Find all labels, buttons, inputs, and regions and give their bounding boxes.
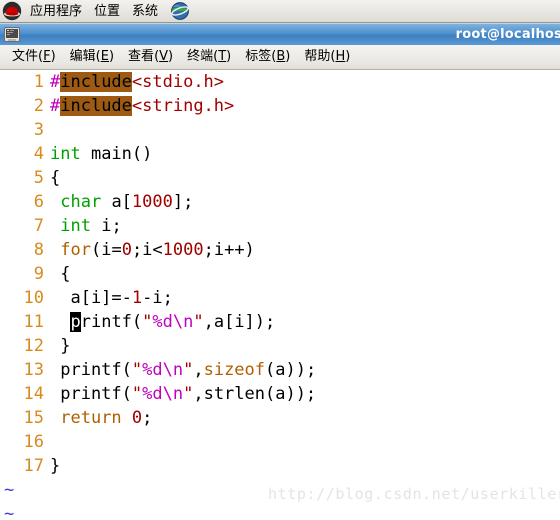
code-content: } bbox=[50, 456, 61, 476]
code-line: 10 a[i]=-1-i; bbox=[0, 286, 560, 310]
code-content: printf("%d\n",a[i]); bbox=[70, 312, 276, 332]
menu-terminal-label: 终端 bbox=[187, 49, 214, 64]
terminal-window: root@localhos 文件(F) 编辑(E) 查看(V) 终端(T) 标签… bbox=[0, 23, 560, 520]
desktop-top-panel: 应用程序 位置 系统 bbox=[0, 0, 560, 23]
line-number: 4 bbox=[33, 144, 44, 164]
menu-edit-label: 编辑 bbox=[69, 49, 96, 64]
code-line: 11 printf("%d\n",a[i]); bbox=[0, 310, 560, 334]
code-line: 16 bbox=[0, 430, 560, 454]
code-line: 2 #include<string.h> bbox=[0, 94, 560, 118]
menu-file-accel: F bbox=[43, 49, 51, 64]
redhat-logo-icon[interactable] bbox=[2, 1, 22, 21]
menu-file-label: 文件 bbox=[12, 49, 39, 64]
line-number: 1 bbox=[33, 72, 44, 92]
code-content: int main() bbox=[50, 144, 153, 164]
code-line: 3 bbox=[0, 118, 560, 142]
code-line: 12 } bbox=[0, 334, 560, 358]
code-content: printf("%d\n",sizeof(a)); bbox=[50, 360, 317, 380]
code-content: printf("%d\n",strlen(a)); bbox=[50, 384, 317, 404]
menu-tabs-accel: B bbox=[276, 49, 286, 64]
line-number: 6 bbox=[33, 192, 44, 212]
menu-help-accel: H bbox=[335, 49, 346, 64]
menu-terminal[interactable]: 终端(T) bbox=[180, 47, 238, 67]
code-line: 13 printf("%d\n",sizeof(a)); bbox=[0, 358, 560, 382]
code-line: 1 #include<stdio.h> bbox=[0, 70, 560, 94]
text-cursor: p bbox=[70, 312, 81, 332]
tilde-marker: ~ bbox=[4, 504, 15, 520]
panel-menu-system[interactable]: 系统 bbox=[126, 3, 164, 20]
menu-tabs[interactable]: 标签(B) bbox=[238, 47, 297, 67]
menu-help[interactable]: 帮助(H) bbox=[297, 47, 357, 67]
line-number: 3 bbox=[33, 120, 44, 140]
line-number: 13 bbox=[23, 360, 44, 380]
line-number: 7 bbox=[33, 216, 44, 236]
code-line: 5 { bbox=[0, 166, 560, 190]
window-menu-bar: 文件(F) 编辑(E) 查看(V) 终端(T) 标签(B) 帮助(H) bbox=[0, 45, 560, 70]
menu-view[interactable]: 查看(V) bbox=[121, 47, 180, 67]
code-content: return 0; bbox=[60, 408, 153, 428]
code-content: #include<string.h> bbox=[50, 96, 235, 116]
code-line: 7 int i; bbox=[0, 214, 560, 238]
code-line: 9 { bbox=[0, 262, 560, 286]
code-line: 4 int main() bbox=[0, 142, 560, 166]
menu-terminal-accel: T bbox=[218, 49, 227, 64]
line-number: 10 bbox=[23, 288, 44, 308]
line-number: 17 bbox=[23, 456, 44, 476]
code-content: } bbox=[50, 336, 71, 356]
menu-tabs-label: 标签 bbox=[245, 49, 272, 64]
window-title-bar[interactable]: root@localhos bbox=[0, 23, 560, 45]
menu-view-label: 查看 bbox=[128, 49, 155, 64]
vim-editor-area[interactable]: 1 #include<stdio.h> 2 #include<string.h>… bbox=[0, 70, 560, 520]
code-line: 8 for(i=0;i<1000;i++) bbox=[0, 238, 560, 262]
code-content: a[i]=-1-i; bbox=[50, 288, 173, 308]
code-content: #include<stdio.h> bbox=[50, 72, 225, 92]
panel-menu-places[interactable]: 位置 bbox=[88, 3, 126, 20]
line-number: 15 bbox=[23, 408, 44, 428]
line-number: 8 bbox=[33, 240, 44, 260]
code-line: 6 char a[1000]; bbox=[0, 190, 560, 214]
globe-browser-icon[interactable] bbox=[170, 1, 190, 21]
menu-edit-accel: E bbox=[100, 49, 109, 64]
code-line: 14 printf("%d\n",strlen(a)); bbox=[0, 382, 560, 406]
code-content: { bbox=[50, 264, 71, 284]
line-number: 11 bbox=[23, 312, 44, 332]
watermark-text: http://blog.csdn.net/userkiller bbox=[268, 485, 560, 503]
code-content: char a[1000]; bbox=[60, 192, 194, 212]
terminal-icon bbox=[4, 27, 20, 42]
code-content: { bbox=[50, 168, 61, 188]
line-number: 12 bbox=[23, 336, 44, 356]
menu-file[interactable]: 文件(F) bbox=[5, 47, 63, 67]
code-line: 17 } bbox=[0, 454, 560, 478]
empty-line-marker-row: ~ bbox=[0, 502, 560, 520]
line-number: 16 bbox=[23, 432, 44, 452]
line-number: 14 bbox=[23, 384, 44, 404]
window-title: root@localhos bbox=[455, 27, 560, 42]
menu-edit[interactable]: 编辑(E) bbox=[63, 47, 121, 67]
line-number: 5 bbox=[33, 168, 44, 188]
panel-menu-applications[interactable]: 应用程序 bbox=[24, 3, 88, 20]
menu-view-accel: V bbox=[159, 49, 169, 64]
code-content: for(i=0;i<1000;i++) bbox=[60, 240, 255, 260]
code-content: int i; bbox=[60, 216, 122, 236]
code-line: 15 return 0; bbox=[0, 406, 560, 430]
menu-help-label: 帮助 bbox=[304, 49, 331, 64]
line-number: 9 bbox=[33, 264, 44, 284]
line-number: 2 bbox=[33, 96, 44, 116]
tilde-marker: ~ bbox=[4, 480, 15, 500]
